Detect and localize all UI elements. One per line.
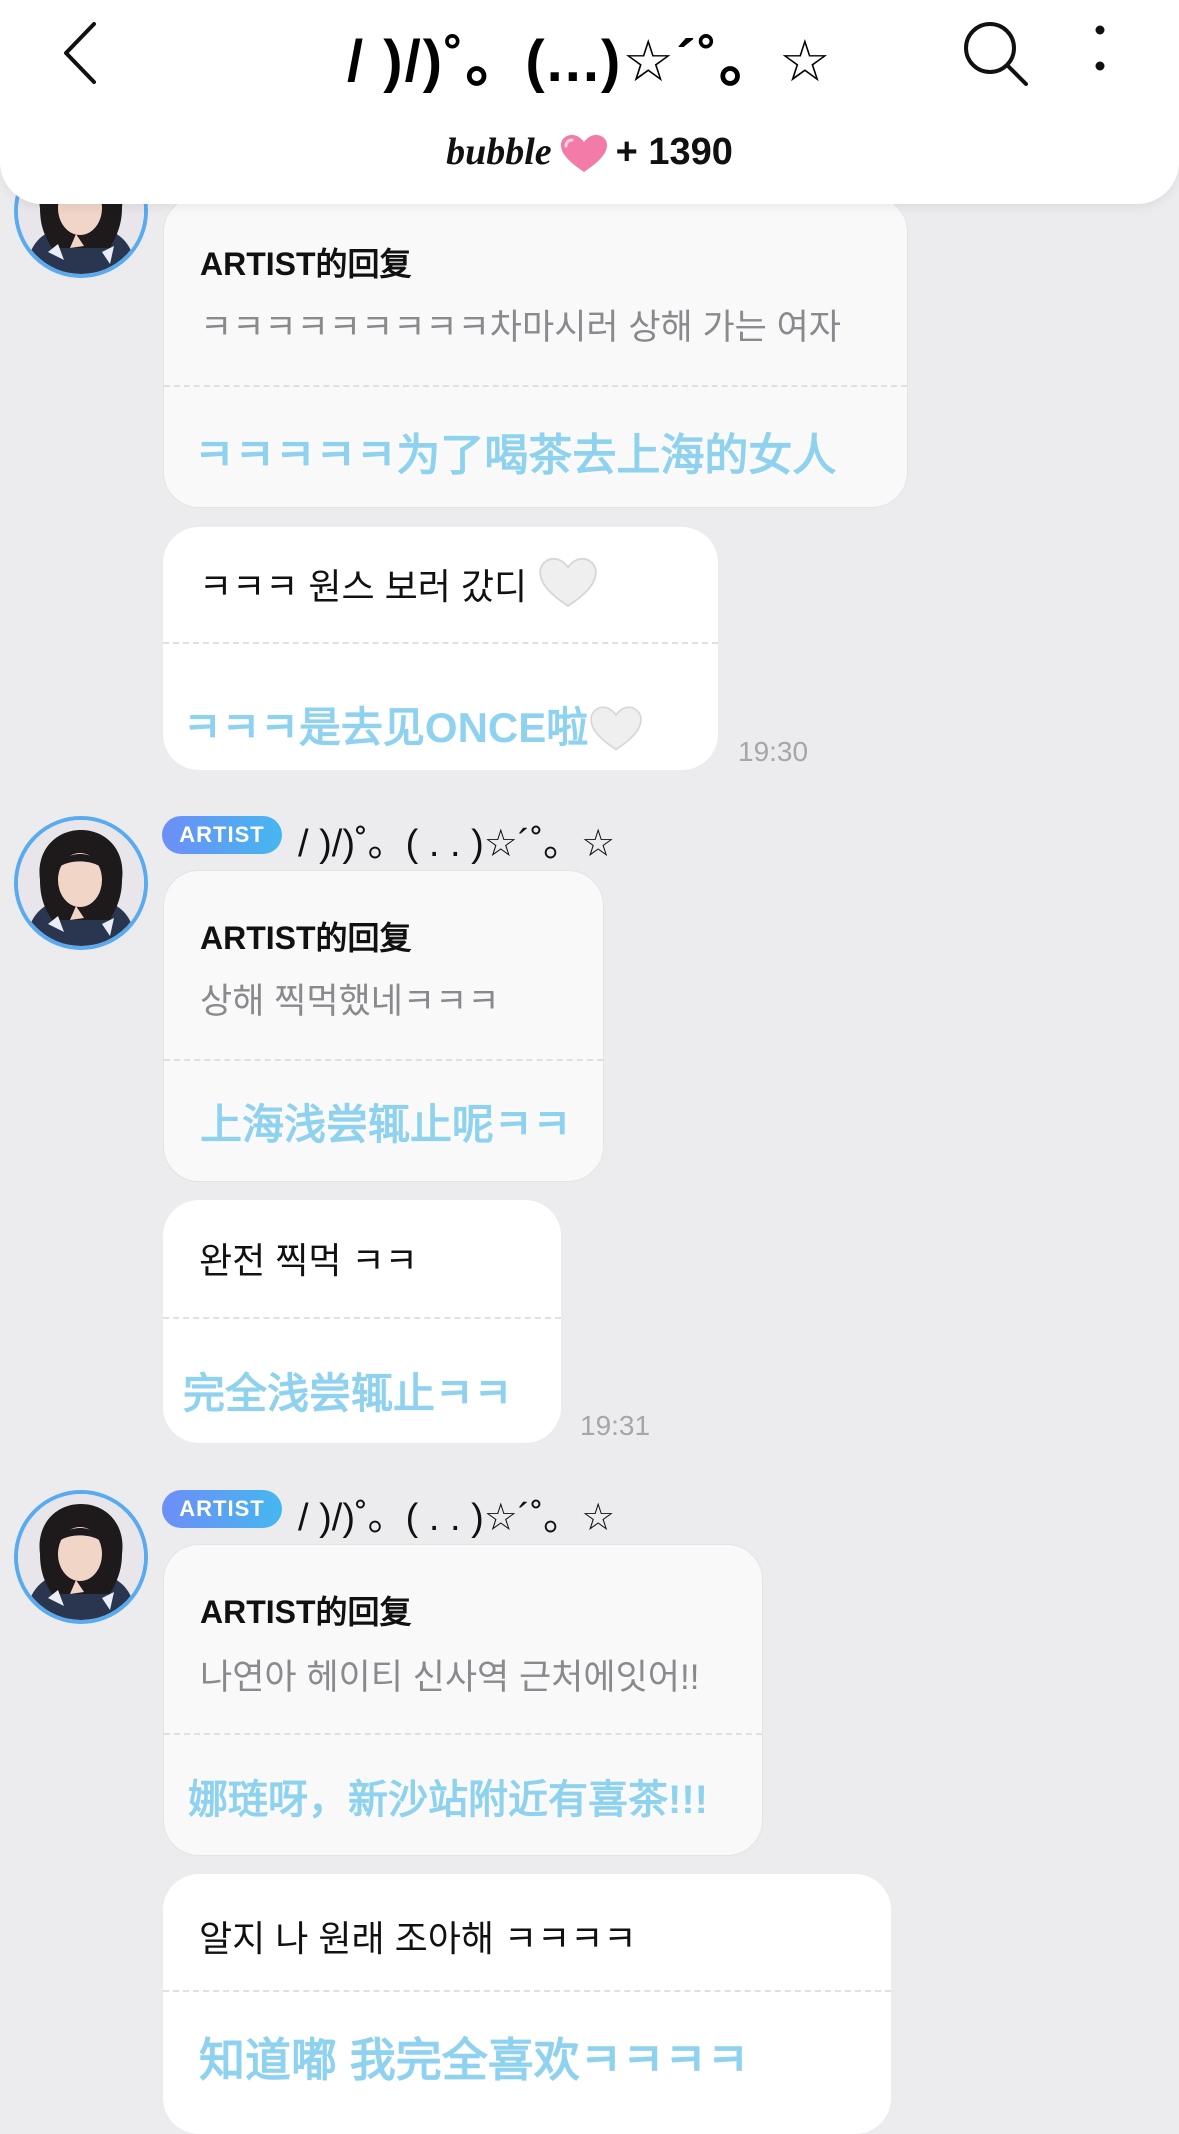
avatar[interactable]	[14, 816, 148, 950]
reply-translation: 娜琏呀，新沙站附近有喜茶!!!	[188, 1778, 708, 1822]
heart-icon	[560, 134, 608, 184]
divider	[163, 1990, 891, 1992]
white-heart-icon	[539, 557, 597, 618]
more-vertical-icon	[1095, 25, 1105, 71]
message-text: ㅋㅋㅋ 원스 보러 갔디	[199, 557, 597, 618]
more-options-button[interactable]	[1085, 18, 1115, 90]
artist-badge: ARTIST	[162, 816, 282, 854]
message-translation: 完全浅尝辄止ㅋㅋ	[183, 1370, 513, 1417]
search-button[interactable]	[960, 18, 1032, 90]
message-text: 완전 찍먹 ㅋㅋ	[199, 1240, 418, 1281]
reply-card[interactable]: ARTIST的回复 나연아 헤이티 신사역 근처에잇어!! 娜琏呀，新沙站附近有…	[163, 1544, 763, 1856]
message-translation: ㅋㅋㅋ是去见ONCE啦	[183, 694, 642, 762]
chevron-left-icon	[64, 22, 96, 84]
white-heart-icon	[590, 706, 642, 762]
divider	[163, 1317, 561, 1319]
message-time: 19:31	[580, 1410, 651, 1441]
bubble-subscription-row[interactable]: bubble + 1390	[0, 130, 1179, 184]
divider	[163, 642, 718, 644]
artist-badge: ARTIST	[162, 1490, 282, 1528]
message-bubble[interactable]: 완전 찍먹 ㅋㅋ 完全浅尝辄止ㅋㅋ	[163, 1200, 561, 1443]
divider	[164, 385, 907, 387]
message-bubble[interactable]: ㅋㅋㅋ 원스 보러 갔디 ㅋㅋㅋ是去见ONCE啦	[163, 527, 718, 770]
back-button[interactable]	[50, 18, 120, 88]
divider	[164, 1059, 603, 1061]
reply-card[interactable]: ARTIST的回复 ㅋㅋㅋㅋㅋㅋㅋㅋㅋ차마시러 상해 가는 여자 ㅋㅋㅋㅋㅋ为了…	[163, 196, 908, 508]
bubble-label: bubble	[446, 131, 552, 173]
message-bubble[interactable]: 알지 나 원래 조아해 ㅋㅋㅋㅋ 知道嘟 我完全喜欢ㅋㅋㅋㅋ	[163, 1874, 891, 2134]
artist-name: / )/)˚。( . . )☆´˚。☆	[298, 1497, 616, 1539]
message-translation: 知道嘟 我完全喜欢ㅋㅋㅋㅋ	[199, 2034, 750, 2086]
reply-card[interactable]: ARTIST的回复 상해 찍먹했네ㅋㅋㅋ 上海浅尝辄止呢ㅋㅋ	[163, 870, 604, 1182]
search-icon	[964, 22, 1028, 86]
message-time: 19:30	[738, 736, 809, 767]
subscriber-count: + 1390	[615, 131, 733, 173]
reply-label: ARTIST的回复	[200, 920, 412, 956]
reply-label: ARTIST的回复	[200, 246, 412, 282]
reply-quote: ㅋㅋㅋㅋㅋㅋㅋㅋㅋ차마시러 상해 가는 여자	[200, 308, 841, 347]
reply-translation: 上海浅尝辄止呢ㅋㅋ	[200, 1101, 572, 1148]
divider	[164, 1733, 762, 1735]
artist-name: / )/)˚。( . . )☆´˚。☆	[298, 823, 616, 865]
reply-quote: 상해 찍먹했네ㅋㅋㅋ	[200, 982, 500, 1021]
avatar[interactable]	[14, 1490, 148, 1624]
reply-quote: 나연아 헤이티 신사역 근처에잇어!!	[200, 1658, 700, 1697]
reply-translation: ㅋㅋㅋㅋㅋ为了喝茶去上海的女人	[194, 431, 837, 480]
chat-header: / )/)˚。(...)☆´˚。☆ bubble + 1390	[0, 0, 1179, 204]
chat-title: / )/)˚。(...)☆´˚。☆	[347, 29, 833, 94]
message-text: 알지 나 원래 조아해 ㅋㅋㅋㅋ	[199, 1918, 637, 1959]
reply-label: ARTIST的回复	[200, 1594, 412, 1630]
